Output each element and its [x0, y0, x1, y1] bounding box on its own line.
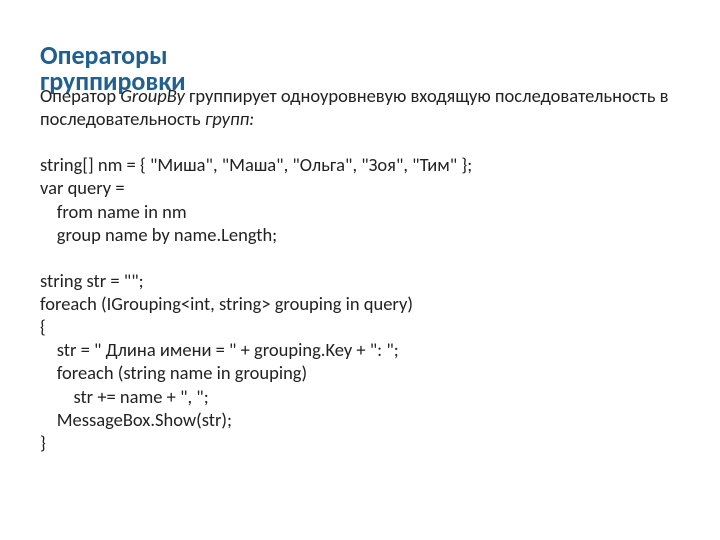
desc-part2: GroupBy: [120, 84, 185, 107]
slide: Операторы группировки Оператор GroupBy г…: [0, 0, 720, 474]
desc-part1: Оператор: [40, 84, 120, 107]
desc-part4: групп:: [205, 107, 254, 130]
code-block: string[] nm = { "Миша", "Маша", "Ольга",…: [40, 153, 680, 454]
description: Оператор GroupBy группирует одноуровневу…: [40, 84, 680, 130]
